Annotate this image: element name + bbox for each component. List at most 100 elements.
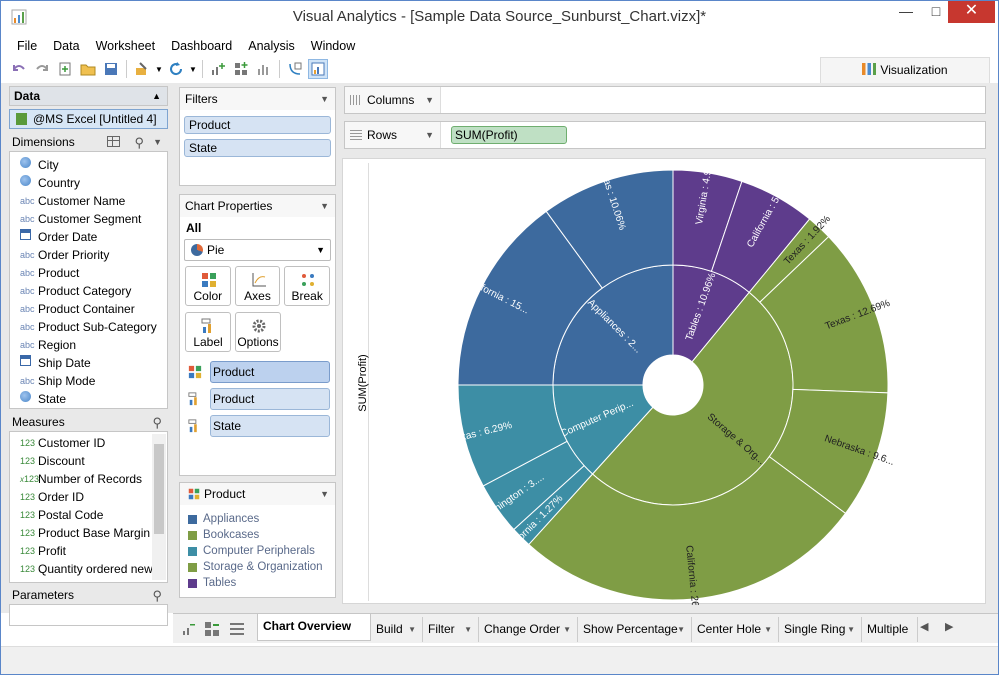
chevron-down-icon[interactable]: ▼ (320, 195, 329, 217)
chevron-down-icon[interactable]: ▼ (563, 617, 571, 642)
table-view-icon[interactable] (107, 136, 120, 147)
dimension-field-region[interactable]: abc Region (10, 336, 167, 354)
globe-icon (20, 174, 38, 192)
save-icon[interactable] (101, 59, 121, 79)
undo-icon[interactable] (9, 59, 29, 79)
chevron-down-icon[interactable]: ▼ (677, 617, 685, 642)
filter-pill-state[interactable]: State (184, 139, 331, 157)
add-worksheet-icon[interactable] (181, 622, 195, 636)
measure-field-profit[interactable]: 123 Profit (10, 542, 167, 560)
show-me-icon[interactable] (308, 59, 328, 79)
tab-filter[interactable]: Filter ▼ (423, 617, 479, 642)
search-icon[interactable]: ⚲ (152, 414, 162, 432)
break-button[interactable]: Break (284, 266, 331, 306)
tab-center-hole[interactable]: Center Hole ▼ (692, 617, 779, 642)
dimension-field-customer-name[interactable]: abc Customer Name (10, 192, 167, 210)
legend-item[interactable]: Bookcases (180, 527, 335, 543)
measure-field-quantity-ordered-new[interactable]: 123 Quantity ordered new (10, 560, 167, 578)
search-icon[interactable]: ⚲ (134, 134, 144, 152)
tab-change-order[interactable]: Change Order ▼ (479, 617, 578, 642)
chevron-down-icon[interactable]: ▼ (189, 59, 197, 79)
maximize-button[interactable]: □ (921, 1, 951, 23)
close-button[interactable]: ✕ (948, 1, 995, 23)
menu-analysis[interactable]: Analysis (240, 37, 303, 55)
chevron-down-icon[interactable]: ▼ (320, 483, 329, 505)
rows-shelf[interactable]: Rows ▼ SUM(Profit) (344, 121, 986, 149)
list-view-icon[interactable] (230, 623, 244, 635)
minimize-button[interactable]: — (891, 1, 921, 23)
swap-axes-icon[interactable] (285, 59, 305, 79)
tab-multiple-ri[interactable]: Multiple Ri (862, 617, 918, 661)
chevron-down-icon[interactable]: ▼ (408, 617, 416, 642)
legend-item[interactable]: Appliances (180, 511, 335, 527)
clear-format-icon[interactable] (132, 59, 152, 79)
legend-item[interactable]: Storage & Organization (180, 559, 335, 575)
dimension-field-state[interactable]: State (10, 390, 167, 408)
filter-pill-product[interactable]: Product (184, 116, 331, 134)
chevron-down-icon[interactable]: ▼ (425, 122, 434, 148)
new-file-icon[interactable] (55, 59, 75, 79)
columns-shelf[interactable]: Columns ▼ (344, 86, 986, 114)
refresh-icon[interactable] (166, 59, 186, 79)
legend-item[interactable]: Tables (180, 575, 335, 591)
chevron-down-icon[interactable]: ▼ (464, 617, 472, 642)
axes-button-label: Axes (244, 289, 271, 303)
measure-field-customer-id[interactable]: 123 Customer ID (10, 434, 167, 452)
chevron-down-icon[interactable]: ▼ (764, 617, 772, 642)
add-dashboard-icon[interactable] (205, 622, 219, 636)
measure-field-number-of-records[interactable]: x123 Number of Records (10, 470, 167, 488)
rows-pill-sum-profit[interactable]: SUM(Profit) (451, 126, 567, 144)
measure-field-postal-code[interactable]: 123 Postal Code (10, 506, 167, 524)
chevron-down-icon[interactable]: ▼ (847, 617, 855, 642)
options-button[interactable]: Options (235, 312, 281, 352)
dimension-field-product-sub-category[interactable]: abc Product Sub-Category (10, 318, 167, 336)
measure-field-order-id[interactable]: 123 Order ID (10, 488, 167, 506)
menu-file[interactable]: File (9, 37, 45, 55)
dimension-field-customer-segment[interactable]: abc Customer Segment (10, 210, 167, 228)
chart-type-select[interactable]: Pie ▼ (184, 239, 331, 261)
tab-show-percentage[interactable]: Show Percentage ▼ (578, 617, 692, 642)
encoding-pill-color-product[interactable]: Product (210, 361, 330, 383)
color-button[interactable]: Color (185, 266, 231, 306)
tab-single-ring[interactable]: Single Ring ▼ (779, 617, 862, 642)
chevron-down-icon[interactable]: ▼ (153, 133, 162, 151)
measure-field-product-base-margin[interactable]: 123 Product Base Margin (10, 524, 167, 542)
dimension-field-order-date[interactable]: Order Date (10, 228, 167, 246)
dimension-field-product-container[interactable]: abc Product Container (10, 300, 167, 318)
data-source-item[interactable]: @MS Excel [Untitled 4] (9, 109, 168, 129)
menu-data[interactable]: Data (45, 37, 87, 55)
label-button[interactable]: Label (185, 312, 231, 352)
dimension-field-product-category[interactable]: abc Product Category (10, 282, 167, 300)
search-icon[interactable]: ⚲ (152, 587, 162, 605)
encoding-pill-label-product[interactable]: Product (210, 388, 330, 410)
tab-chart-overview[interactable]: Chart Overview (257, 614, 371, 641)
tab-build[interactable]: Build ▼ (371, 617, 423, 642)
encoding-pill-label-state[interactable]: State (210, 415, 330, 437)
add-dashboard-icon[interactable] (231, 59, 251, 79)
measure-field-row-id[interactable]: 123Row ID (10, 578, 167, 582)
tab-visualization[interactable]: Visualization (820, 57, 990, 83)
legend-item[interactable]: Computer Peripherals (180, 543, 335, 559)
dimension-field-order-priority[interactable]: abc Order Priority (10, 246, 167, 264)
dimension-field-country[interactable]: Country (10, 174, 167, 192)
axes-button[interactable]: Axes (234, 266, 281, 306)
dimension-field-product[interactable]: abc Product (10, 264, 167, 282)
dimension-field-ship-mode[interactable]: abc Ship Mode (10, 372, 167, 390)
chevron-down-icon[interactable]: ▼ (155, 59, 163, 79)
tab-scroll-left-icon[interactable]: ◀ (920, 620, 928, 633)
add-chart-icon[interactable] (208, 59, 228, 79)
menu-worksheet[interactable]: Worksheet (88, 37, 164, 55)
dimension-field-ship-date[interactable]: Ship Date (10, 354, 167, 372)
measure-field-discount[interactable]: 123 Discount (10, 452, 167, 470)
chevron-down-icon[interactable]: ▼ (425, 87, 434, 113)
open-folder-icon[interactable] (78, 59, 98, 79)
sort-icon[interactable]: ▲ (152, 87, 161, 105)
tab-scroll-right-icon[interactable]: ▶ (945, 620, 953, 633)
bar-chart-icon[interactable] (254, 59, 274, 79)
dimension-field-city[interactable]: City (10, 156, 167, 174)
menu-dashboard[interactable]: Dashboard (163, 37, 240, 55)
measures-scrollbar[interactable] (152, 434, 166, 580)
chevron-down-icon[interactable]: ▼ (320, 88, 329, 110)
redo-icon[interactable] (32, 59, 52, 79)
menu-window[interactable]: Window (303, 37, 363, 55)
